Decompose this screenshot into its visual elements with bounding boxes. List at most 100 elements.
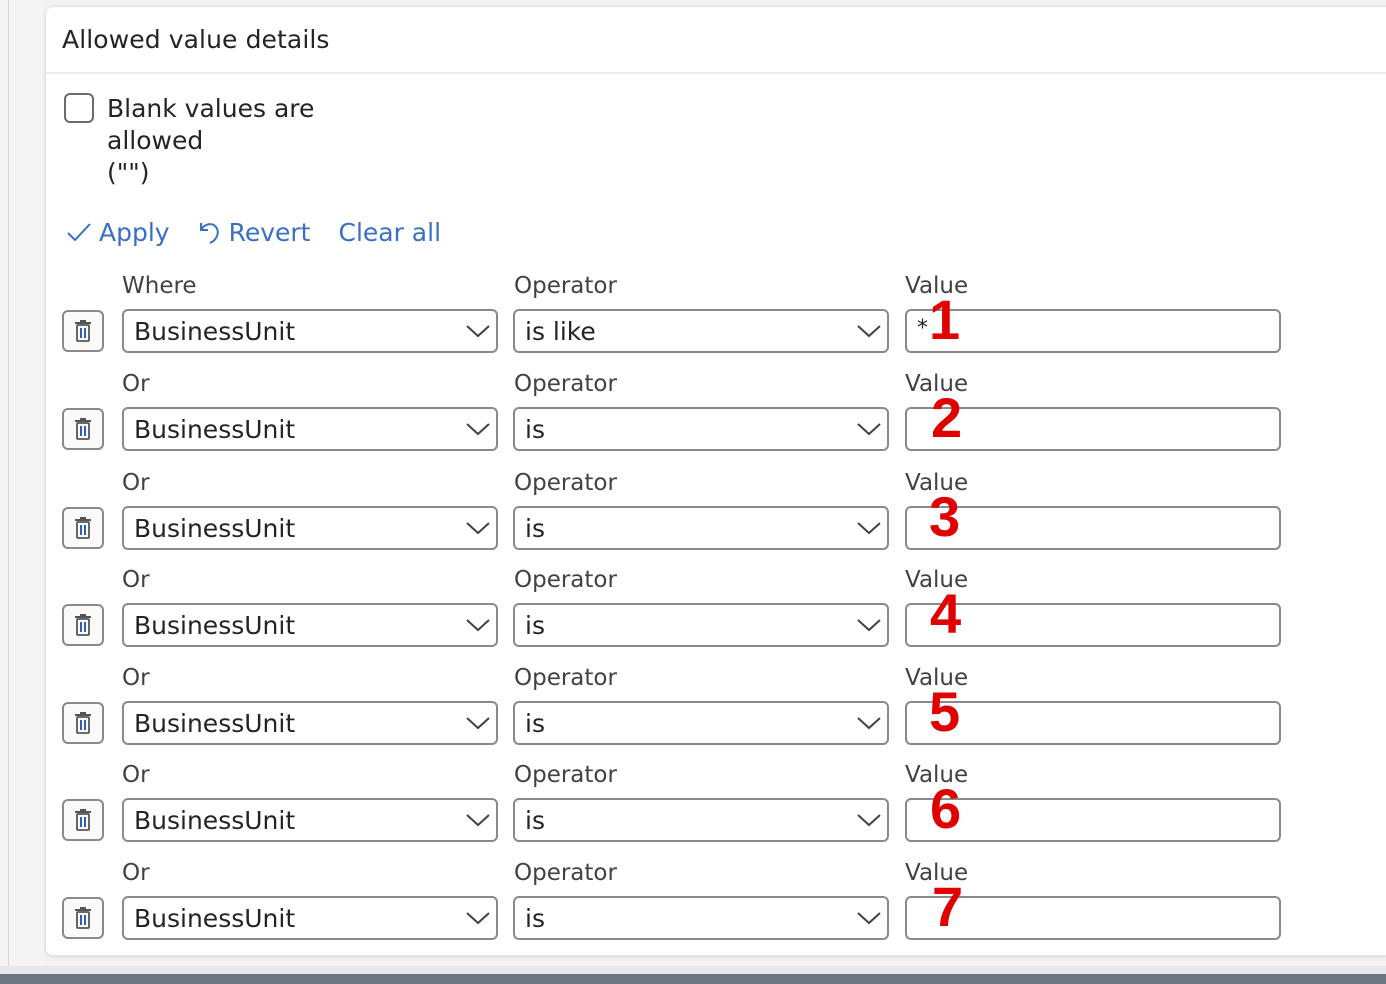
where-field-dropdown[interactable]: BusinessUnit (122, 798, 498, 842)
operator-dropdown[interactable]: is (513, 506, 889, 550)
trash-icon (75, 907, 91, 929)
delete-row-button[interactable] (62, 799, 104, 841)
bottom-bar (0, 974, 1386, 984)
operator-dropdown[interactable]: is (513, 896, 889, 940)
operator-label: Operator (514, 273, 617, 299)
condition-row: Or Operator Value BusinessUnit is (46, 470, 1386, 550)
value-input[interactable] (905, 603, 1281, 647)
operator-label: Operator (514, 762, 617, 788)
condition-row: Or Operator Value BusinessUnit is (46, 762, 1386, 842)
allowed-value-details-panel: Allowed value details Blank values are a… (45, 6, 1386, 956)
where-field-value: BusinessUnit (134, 610, 296, 640)
delete-row-button[interactable] (62, 310, 104, 352)
apply-label: Apply (99, 217, 170, 247)
delete-row-button[interactable] (62, 702, 104, 744)
condition-row: Where Operator Value BusinessUnit is lik… (46, 273, 1386, 353)
left-edge-strip (0, 0, 44, 984)
where-field-value: BusinessUnit (134, 708, 296, 738)
operator-dropdown[interactable]: is (513, 603, 889, 647)
where-label: Or (122, 371, 150, 397)
trash-icon (75, 809, 91, 831)
chevron-down-icon (460, 508, 496, 548)
callout-number: 4 (930, 582, 962, 645)
callout-number: 3 (929, 485, 961, 548)
delete-row-button[interactable] (62, 408, 104, 450)
chevron-down-icon (460, 311, 496, 351)
operator-dropdown[interactable]: is like (513, 309, 889, 353)
trash-icon (75, 320, 91, 342)
callout-number: 6 (930, 777, 962, 840)
operator-value: is (525, 903, 545, 933)
where-label: Or (122, 567, 150, 593)
trash-icon (75, 712, 91, 734)
where-field-dropdown[interactable]: BusinessUnit (122, 309, 498, 353)
where-field-value: BusinessUnit (134, 414, 296, 444)
chevron-down-icon (851, 311, 887, 351)
condition-row: Or Operator Value BusinessUnit is (46, 665, 1386, 745)
revert-button[interactable]: Revert (198, 217, 311, 247)
value-input[interactable] (905, 701, 1281, 745)
chevron-down-icon (460, 800, 496, 840)
chevron-down-icon (460, 703, 496, 743)
apply-button[interactable]: Apply (66, 218, 170, 247)
value-input[interactable]: * (905, 309, 1281, 353)
where-field-value: BusinessUnit (134, 903, 296, 933)
operator-dropdown[interactable]: is (513, 407, 889, 451)
trash-icon (75, 418, 91, 440)
left-edge-line (8, 0, 9, 984)
where-label: Or (122, 665, 150, 691)
blank-values-checkbox[interactable] (64, 93, 94, 123)
operator-label: Operator (514, 371, 617, 397)
delete-row-button[interactable] (62, 604, 104, 646)
bottom-strip (0, 966, 1386, 974)
where-field-dropdown[interactable]: BusinessUnit (122, 896, 498, 940)
trash-icon (75, 517, 91, 539)
callout-number: 5 (929, 680, 961, 743)
operator-dropdown[interactable]: is (513, 701, 889, 745)
operator-value: is (525, 414, 545, 444)
chevron-down-icon (851, 703, 887, 743)
where-field-value: BusinessUnit (134, 513, 296, 543)
operator-label: Operator (514, 567, 617, 593)
value-input[interactable] (905, 506, 1281, 550)
where-field-dropdown[interactable]: BusinessUnit (122, 603, 498, 647)
chevron-down-icon (851, 409, 887, 449)
panel-title: Allowed value details (62, 25, 330, 54)
chevron-down-icon (460, 605, 496, 645)
clear-all-button[interactable]: Clear all (338, 218, 441, 247)
callout-number: 1 (929, 288, 961, 351)
checkmark-icon (67, 223, 91, 242)
where-label: Or (122, 470, 150, 496)
clear-all-label: Clear all (338, 217, 442, 247)
condition-row: Or Operator Value BusinessUnit is (46, 860, 1386, 940)
where-field-dropdown[interactable]: BusinessUnit (122, 407, 498, 451)
operator-label: Operator (514, 470, 617, 496)
operator-value: is like (525, 316, 596, 346)
operator-value: is (525, 610, 545, 640)
undo-icon (199, 223, 219, 244)
chevron-down-icon (851, 800, 887, 840)
trash-icon (75, 614, 91, 636)
where-field-value: BusinessUnit (134, 805, 296, 835)
callout-number: 2 (931, 386, 963, 449)
operator-dropdown[interactable]: is (513, 798, 889, 842)
where-field-value: BusinessUnit (134, 316, 296, 346)
operator-label: Operator (514, 665, 617, 691)
where-field-dropdown[interactable]: BusinessUnit (122, 701, 498, 745)
chevron-down-icon (851, 898, 887, 938)
value-input[interactable] (905, 798, 1281, 842)
chevron-down-icon (460, 898, 496, 938)
revert-label: Revert (228, 217, 311, 247)
condition-row: Or Operator Value BusinessUnit is (46, 567, 1386, 647)
where-field-dropdown[interactable]: BusinessUnit (122, 506, 498, 550)
action-bar: Apply Revert Clear all (66, 212, 469, 252)
operator-value: is (525, 513, 545, 543)
title-divider (46, 72, 1386, 74)
operator-value: is (525, 708, 545, 738)
callout-number: 7 (932, 875, 964, 938)
blank-values-label: Blank values are allowed ("") (107, 93, 407, 189)
delete-row-button[interactable] (62, 897, 104, 939)
where-label: Or (122, 860, 150, 886)
where-label: Or (122, 762, 150, 788)
delete-row-button[interactable] (62, 507, 104, 549)
